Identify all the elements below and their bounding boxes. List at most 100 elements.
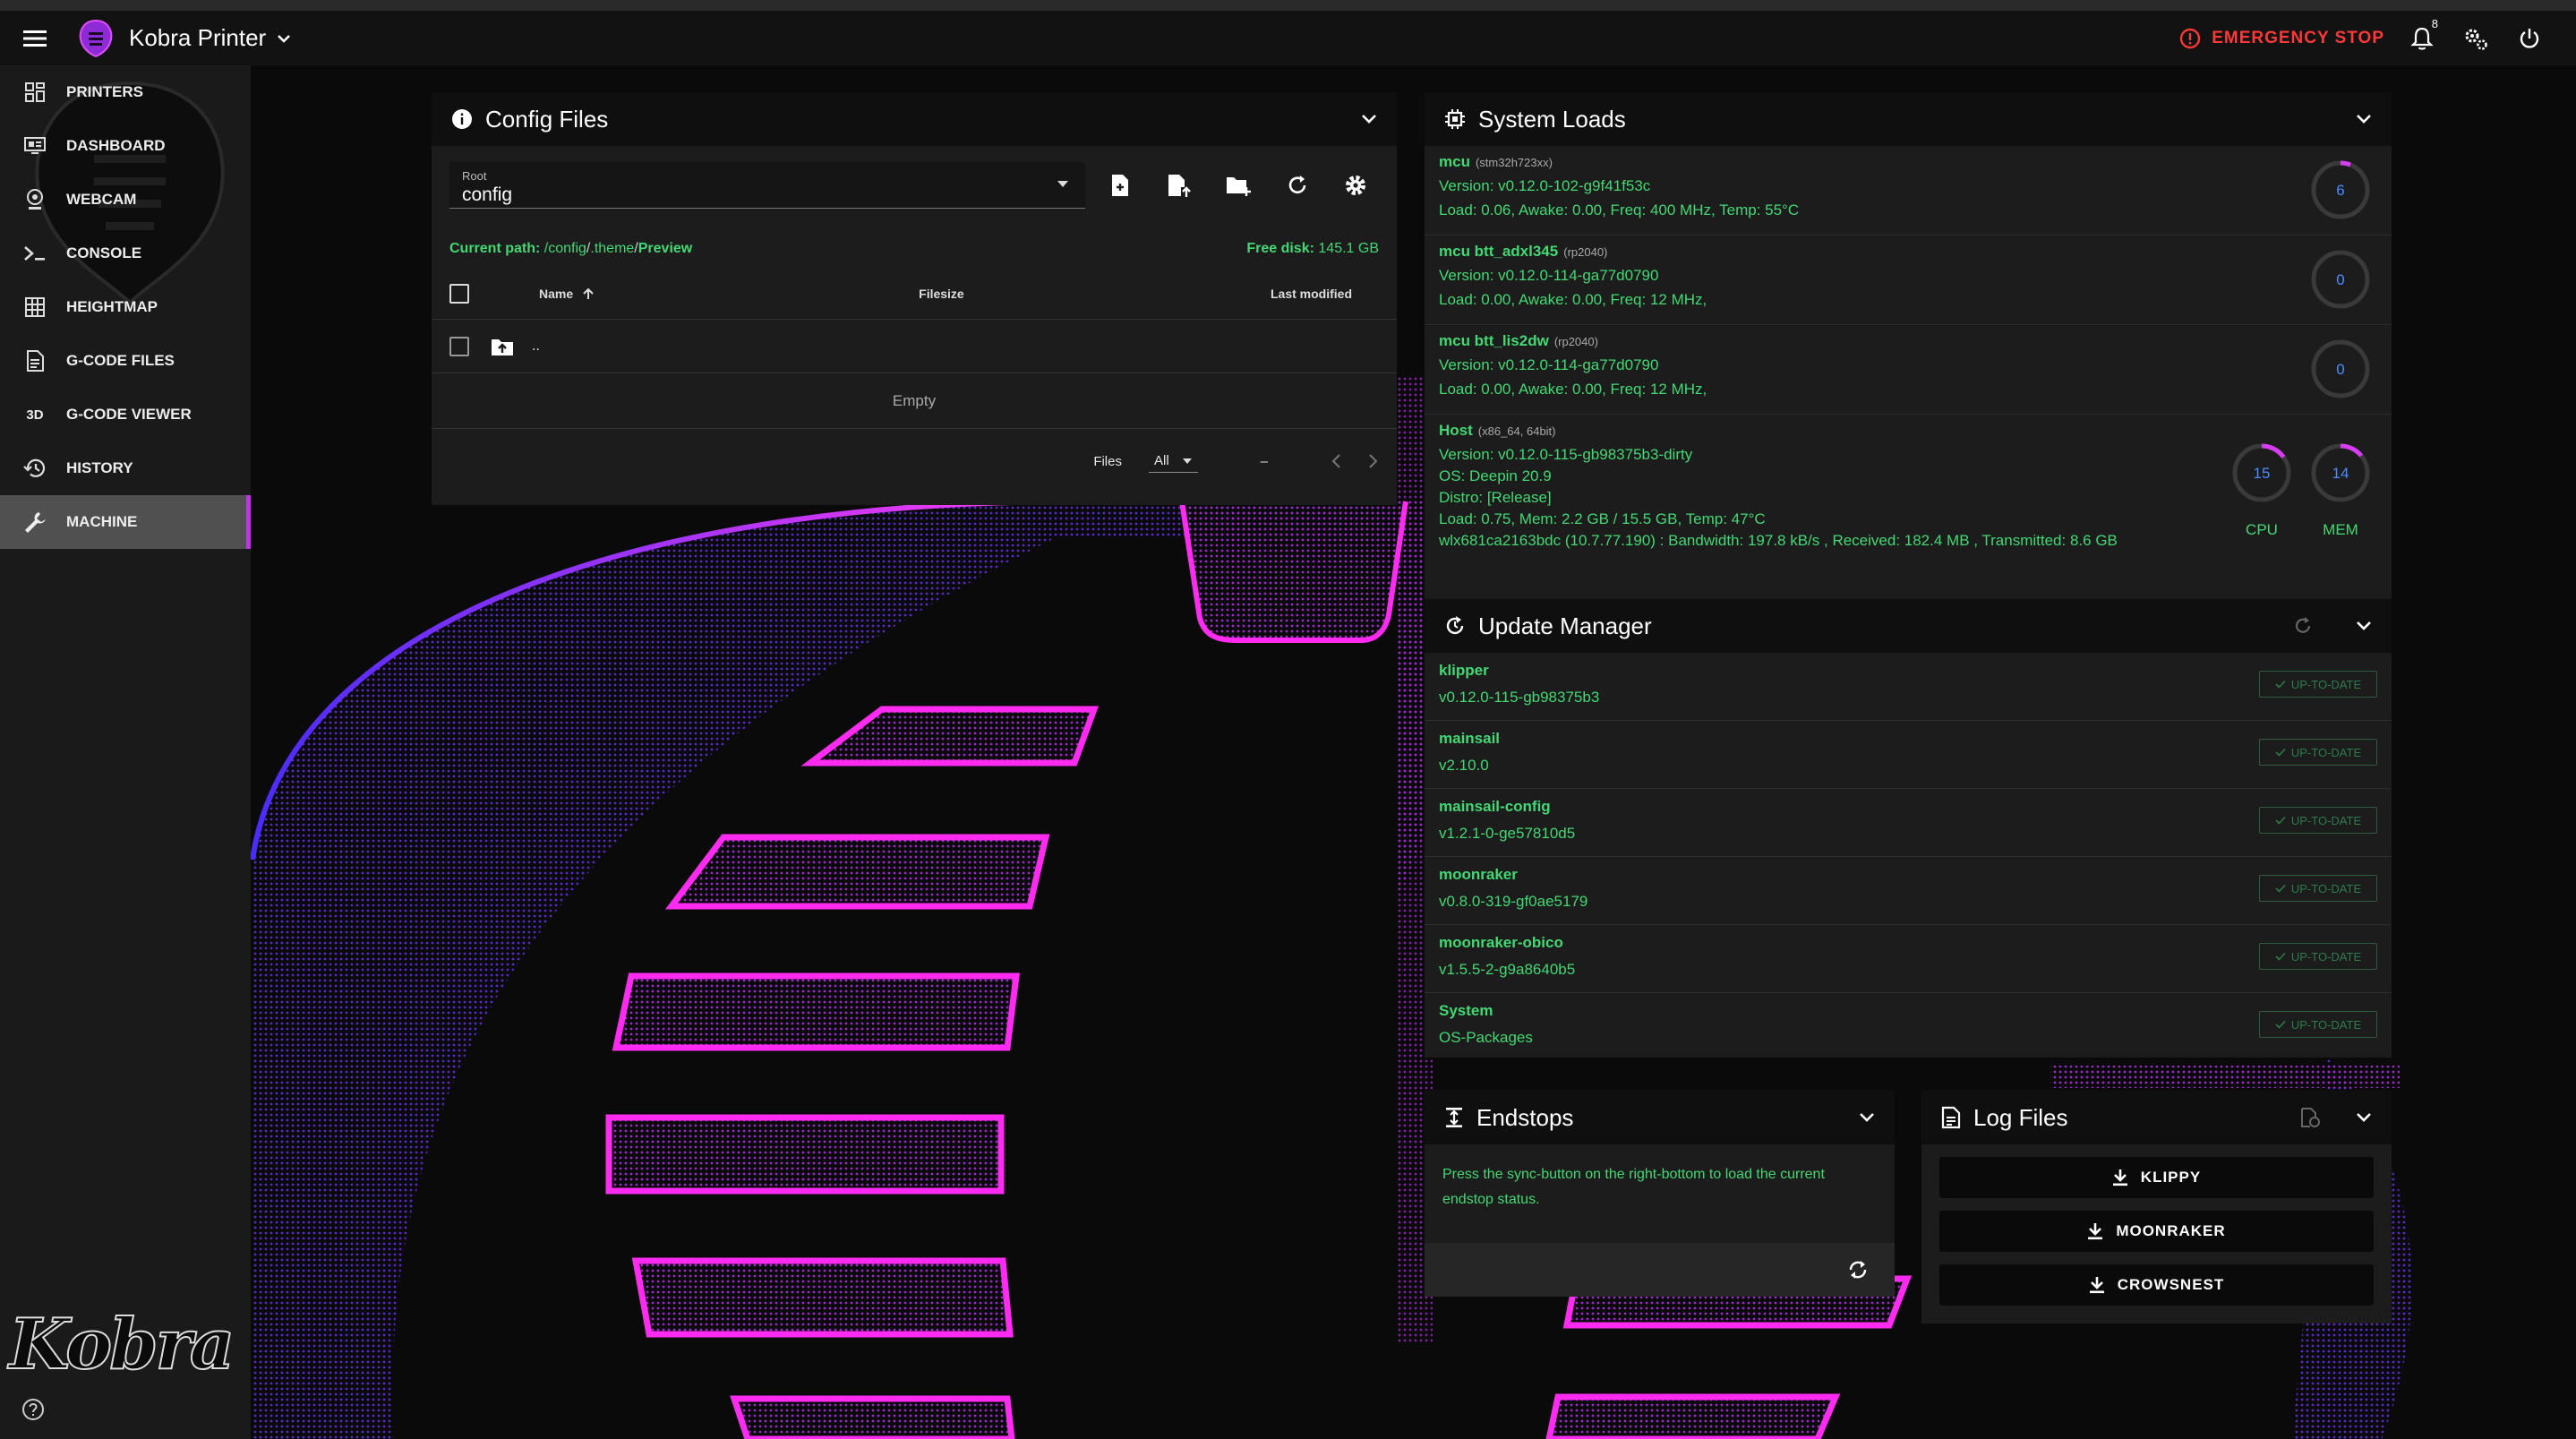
up-to-date-badge: UP-TO-DATE: [2259, 739, 2377, 766]
chevron-down-icon: [278, 34, 291, 43]
update-item-name: System: [1439, 1002, 1493, 1019]
chevron-down-icon[interactable]: [1361, 114, 1377, 124]
sidebar-item-history[interactable]: HISTORY: [0, 441, 251, 495]
3d-icon: 3D: [26, 407, 44, 423]
sidebar-item-printers[interactable]: PRINTERS: [0, 65, 251, 119]
sidebar-item-machine[interactable]: MACHINE: [0, 495, 251, 549]
mcu-row: mcu btt_lis2dw (rp2040) Version: v0.12.0-…: [1425, 325, 2392, 415]
path-segment-theme[interactable]: .theme: [590, 241, 634, 256]
mcu-version: Version: v0.12.0-114-ga77d0790: [1439, 356, 1659, 373]
download-icon: [2089, 1277, 2104, 1294]
cpu-gauge-ring: 15: [2232, 443, 2291, 502]
parent-dir-label: ..: [532, 338, 540, 354]
download-crowsnest-log-button[interactable]: CROWSNEST: [1939, 1264, 2374, 1306]
sidebar-item-label: DASHBOARD: [66, 137, 166, 154]
mcu-load: Load: 0.00, Awake: 0.00, Freq: 12 MHz,: [1439, 381, 1707, 398]
folder-plus-icon: [1226, 177, 1251, 196]
sidebar-item-webcam[interactable]: WEBCAM: [0, 173, 251, 227]
column-filesize[interactable]: Filesize: [919, 287, 964, 301]
check-icon: [2275, 1020, 2286, 1029]
root-select[interactable]: Root config: [449, 162, 1085, 209]
update-manager-panel: Update Manager klipper v0.12.0-115-gb983…: [1425, 599, 2392, 1058]
sidebar-item-dashboard[interactable]: DASHBOARD: [0, 119, 251, 173]
bell-icon: [2410, 27, 2434, 50]
log-files-header: Log Files: [1921, 1091, 2392, 1144]
history-icon: [23, 457, 47, 480]
update-item-version: v0.12.0-115-gb98375b3: [1439, 689, 1600, 706]
update-manager-header: Update Manager: [1425, 599, 2392, 653]
caret-down-icon: [1182, 458, 1192, 464]
alert-circle-icon: [2180, 28, 2201, 48]
sidebar-item-heightmap[interactable]: HEIGHTMAP: [0, 280, 251, 334]
mcu-row: mcu btt_adxl345 (rp2040) Version: v0.12.0…: [1425, 236, 2392, 325]
gears-icon: [2465, 29, 2487, 50]
up-to-date-badge: UP-TO-DATE: [2259, 943, 2377, 970]
row-checkbox[interactable]: [449, 336, 469, 356]
update-item-name: moonraker: [1439, 866, 1518, 883]
download-icon: [2112, 1169, 2127, 1186]
mcu-load-gauge: 0: [2311, 250, 2370, 309]
cpu-label: CPU: [2246, 521, 2278, 538]
settings-gear-button[interactable]: [1332, 162, 1379, 209]
sync-icon[interactable]: [1846, 1258, 1870, 1281]
download-icon: [2088, 1223, 2103, 1240]
mcu-load-gauge: 0: [2311, 339, 2370, 398]
per-page-select[interactable]: All: [1148, 450, 1198, 473]
create-file-button[interactable]: [1098, 162, 1144, 209]
power-button[interactable]: [2513, 22, 2546, 55]
chevron-down-icon[interactable]: [2356, 114, 2372, 124]
download-klippy-log-button[interactable]: KLIPPY: [1939, 1157, 2374, 1198]
log-button-label: CROWSNEST: [2117, 1276, 2225, 1293]
log-files-title: Log Files: [1973, 1103, 2068, 1131]
refresh-button[interactable]: [1274, 162, 1321, 209]
free-disk-label: Free disk:: [1246, 241, 1314, 256]
chevron-down-icon[interactable]: [1859, 1112, 1875, 1123]
empty-state: Empty: [432, 373, 1397, 429]
sidebar-item-gcode-viewer[interactable]: 3D G-CODE VIEWER: [0, 388, 251, 441]
caret-down-icon: [1057, 181, 1068, 187]
table-row-parent-dir[interactable]: ..: [432, 320, 1397, 373]
mem-value: 14: [2332, 465, 2349, 482]
download-moonraker-log-button[interactable]: MOONRAKER: [1939, 1211, 2374, 1252]
up-to-date-badge: UP-TO-DATE: [2259, 1011, 2377, 1038]
root-select-label: Root: [462, 169, 487, 183]
path-row: Current path: /config/.theme/Preview Fre…: [432, 241, 1397, 257]
settings-button[interactable]: [2460, 22, 2492, 55]
refresh-icon[interactable]: [2293, 616, 2313, 636]
power-icon: [2520, 28, 2539, 48]
select-all-checkbox[interactable]: [449, 283, 469, 304]
emergency-stop-button[interactable]: EMERGENCY STOP: [2179, 28, 2384, 49]
update-item: moonraker-obico v1.5.5-2-g9a8640b5 UP-TO…: [1425, 925, 2392, 993]
chevron-right-icon[interactable]: [1368, 453, 1379, 469]
file-clock-icon[interactable]: [2300, 1107, 2320, 1128]
create-folder-button[interactable]: [1215, 162, 1262, 209]
notifications-button[interactable]: 8: [2406, 17, 2438, 55]
current-path-label: Current path:: [449, 241, 541, 256]
sidebar-item-label: HEIGHTMAP: [66, 298, 158, 315]
sidebar-item-label: PRINTERS: [66, 83, 143, 100]
path-segment-config[interactable]: /config: [544, 241, 586, 256]
sidebar: PRINTERS DASHBOARD WEBCAM CONSOLE HEIGHT…: [0, 65, 251, 1439]
menu-button[interactable]: [0, 11, 70, 65]
mcu-load: Load: 0.00, Awake: 0.00, Freq: 12 MHz,: [1439, 291, 1707, 308]
system-loads-title: System Loads: [1478, 105, 1626, 133]
cpu-value: 15: [2254, 465, 2271, 482]
column-name[interactable]: Name: [539, 287, 595, 301]
chevron-down-icon[interactable]: [2356, 1112, 2372, 1123]
arrow-up-icon: [583, 287, 594, 299]
notifications-count: 8: [2431, 16, 2438, 30]
config-files-title: Config Files: [485, 105, 609, 133]
printer-selector[interactable]: Kobra Printer: [129, 24, 291, 52]
column-last-modified[interactable]: Last modified: [1271, 287, 1352, 301]
update-item-version: v0.8.0-319-gf0ae5179: [1439, 893, 1588, 910]
upload-file-button[interactable]: [1156, 162, 1202, 209]
update-item: System OS-Packages UP-TO-DATE: [1425, 993, 2392, 1061]
chevron-left-icon[interactable]: [1331, 453, 1341, 469]
mcu-chip: (rp2040): [1553, 335, 1598, 348]
chevron-down-icon[interactable]: [2356, 621, 2372, 631]
update-item-version: v1.5.5-2-g9a8640b5: [1439, 961, 1576, 978]
log-files-panel: Log Files KLIPPY MOONRAKER CROWSNEST: [1921, 1091, 2392, 1323]
sidebar-item-console[interactable]: CONSOLE: [0, 227, 251, 280]
sidebar-item-gcode-files[interactable]: G-CODE FILES: [0, 334, 251, 388]
help-icon[interactable]: [21, 1398, 45, 1421]
